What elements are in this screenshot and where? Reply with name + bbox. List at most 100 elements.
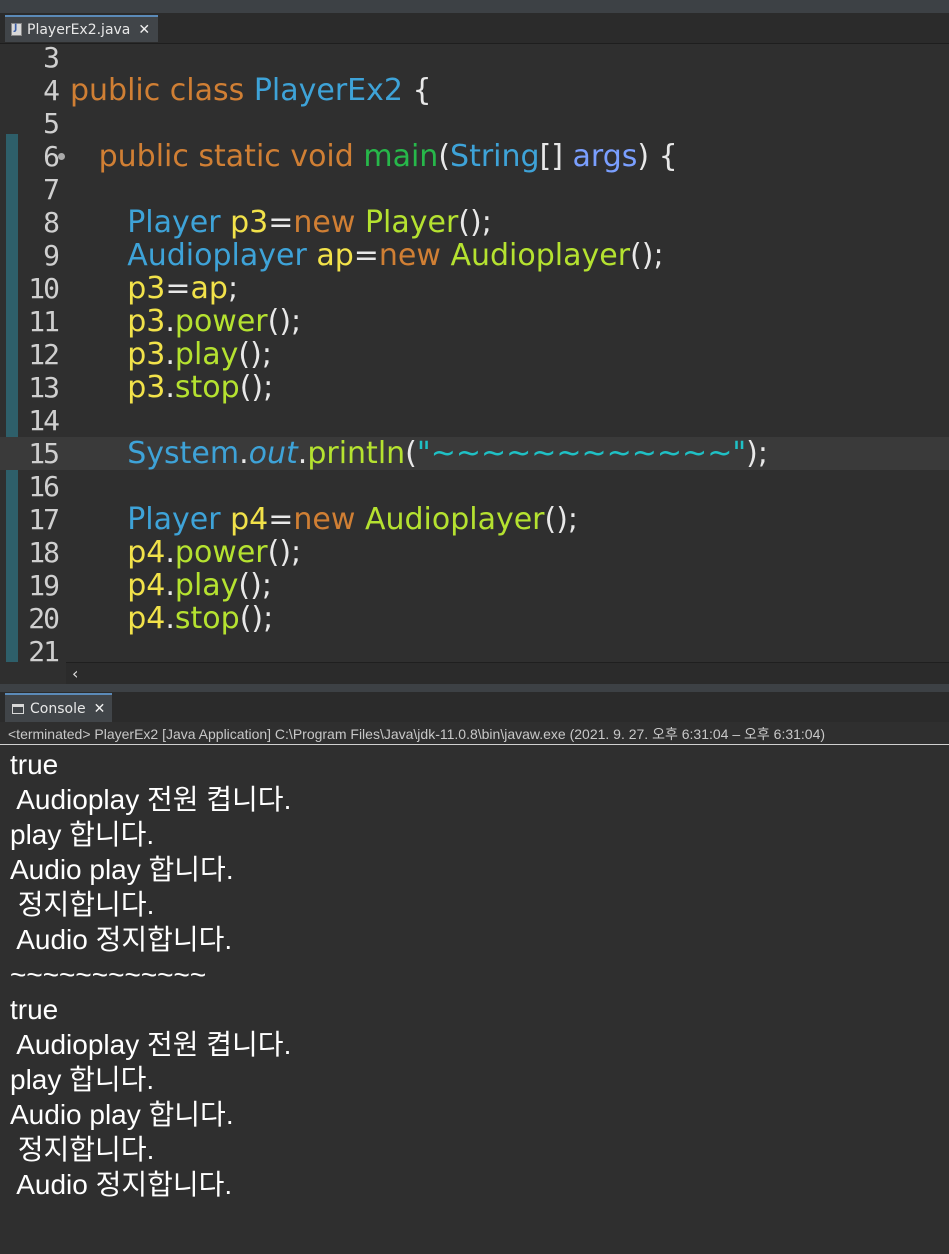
code-token: (); — [238, 568, 272, 603]
code-text: Player p4=new Audioplayer(); — [70, 503, 578, 536]
code-token: p3 — [230, 205, 269, 240]
code-token: new — [293, 502, 365, 537]
code-line[interactable]: 18 p4.power(); — [0, 536, 949, 569]
code-text: public class PlayerEx2 { — [70, 74, 432, 107]
code-line[interactable]: 4 public class PlayerEx2 { — [0, 74, 949, 107]
editor-tab-playerex2[interactable]: PlayerEx2.java ✕ — [5, 15, 159, 42]
code-line[interactable]: 11 p3.power(); — [0, 305, 949, 338]
code-line[interactable]: 8 Player p3=new Player(); — [0, 206, 949, 239]
code-line[interactable]: 3 — [0, 44, 949, 74]
code-token: p4 — [127, 568, 166, 603]
code-token: . — [165, 337, 175, 372]
code-text: p3=ap; — [70, 272, 238, 305]
console-status-bar: <terminated> PlayerEx2 [Java Application… — [0, 722, 949, 745]
console-tab-bar: Console ✕ — [0, 692, 949, 722]
code-token: = — [268, 205, 294, 240]
code-token: . — [239, 436, 249, 471]
console-line: play 합니다. — [10, 1064, 155, 1095]
code-line[interactable]: 12 p3.play(); — [0, 338, 949, 371]
code-token: ); — [746, 436, 768, 471]
code-line[interactable]: 20 p4.stop(); — [0, 602, 949, 635]
line-number: 18 — [28, 536, 60, 569]
code-line[interactable]: 15 System.out.println("~~~~~~~~~~~~"); — [0, 437, 949, 470]
code-token: p3 — [127, 370, 166, 405]
code-token: PlayerEx2 — [253, 73, 403, 108]
code-line[interactable]: 21 — [0, 635, 949, 662]
console-output[interactable]: true Audioplay 전원 켭니다. play 합니다. Audio pla… — [0, 745, 949, 1254]
code-token: play — [174, 337, 239, 372]
line-number: 14 — [28, 404, 60, 437]
code-token: new — [378, 238, 451, 273]
console-line: Audioplay 전원 켭니다. — [10, 784, 292, 815]
code-token: args — [572, 139, 638, 174]
console-tab-label: Console — [30, 700, 86, 717]
close-icon[interactable]: ✕ — [138, 22, 150, 38]
line-number: 5 — [43, 107, 60, 140]
code-text: public static void main(String[] args) { — [70, 140, 678, 173]
code-token: out — [248, 436, 298, 471]
code-token: Player — [127, 205, 231, 240]
code-token: "~~~~~~~~~~~~" — [416, 436, 747, 471]
code-token: (); — [267, 535, 302, 570]
console-line: 정지합니다. — [10, 889, 155, 920]
scroll-left-icon[interactable]: ‹ — [72, 664, 78, 683]
code-token: p3 — [127, 304, 166, 339]
line-number: 13 — [28, 371, 60, 404]
code-token: play — [174, 568, 239, 603]
line-number: 10 — [28, 272, 60, 305]
code-token: Player — [127, 502, 231, 537]
code-token: [] — [539, 139, 573, 174]
code-line[interactable]: 9 Audioplayer ap=new Audioplayer(); — [0, 239, 949, 272]
tab-console[interactable]: Console ✕ — [5, 693, 113, 722]
code-line[interactable]: 10 p3=ap; — [0, 272, 949, 305]
code-token: = — [165, 271, 191, 306]
code-token: new — [293, 205, 365, 240]
code-token: Audioplayer — [364, 502, 545, 537]
code-line[interactable]: 17 Player p4=new Audioplayer(); — [0, 503, 949, 536]
close-icon[interactable]: ✕ — [94, 701, 106, 717]
java-file-icon — [11, 23, 22, 36]
code-token: p4 — [127, 601, 166, 636]
line-number: 7 — [43, 173, 60, 206]
code-text: p3.play(); — [70, 338, 272, 371]
code-token: ; — [227, 271, 239, 306]
console-line: 정지합니다. — [10, 1134, 155, 1165]
line-number: 19 — [28, 569, 60, 602]
code-line[interactable]: 14 — [0, 404, 949, 437]
code-line[interactable]: 16 — [0, 470, 949, 503]
code-text: Audioplayer ap=new Audioplayer(); — [70, 238, 663, 273]
code-line[interactable]: 7 — [0, 173, 949, 206]
code-text: p3.stop(); — [70, 371, 273, 404]
code-text: p4.play(); — [70, 569, 272, 602]
code-line[interactable]: 5 — [0, 107, 949, 140]
horizontal-scrollbar[interactable]: ‹ — [66, 662, 949, 685]
code-line[interactable]: 19 p4.play(); — [0, 569, 949, 602]
code-token: public class — [70, 73, 254, 108]
code-token: (); — [238, 337, 272, 372]
code-token: ap — [190, 271, 228, 306]
code-token: p3 — [127, 271, 166, 306]
code-editor[interactable]: 3 4 public class PlayerEx2 {5 6 public stat… — [0, 44, 949, 662]
code-token: ( — [438, 139, 451, 174]
console-line: play 합니다. — [10, 819, 155, 850]
line-number: 12 — [28, 338, 60, 371]
code-token: stop — [174, 601, 240, 636]
code-token: power — [174, 535, 268, 570]
code-line[interactable]: 13 p3.stop(); — [0, 371, 949, 404]
line-number: 8 — [43, 206, 60, 239]
code-token: p4 — [230, 502, 269, 537]
code-token: ap — [316, 238, 354, 273]
code-token: . — [165, 304, 175, 339]
fold-marker-icon[interactable] — [58, 153, 65, 160]
code-token: (); — [267, 304, 302, 339]
code-line[interactable]: 6 public static void main(String[] args)… — [0, 140, 949, 173]
code-token: System — [127, 436, 240, 471]
code-token: . — [165, 601, 175, 636]
code-token: . — [165, 568, 175, 603]
code-text: p4.stop(); — [70, 602, 273, 635]
